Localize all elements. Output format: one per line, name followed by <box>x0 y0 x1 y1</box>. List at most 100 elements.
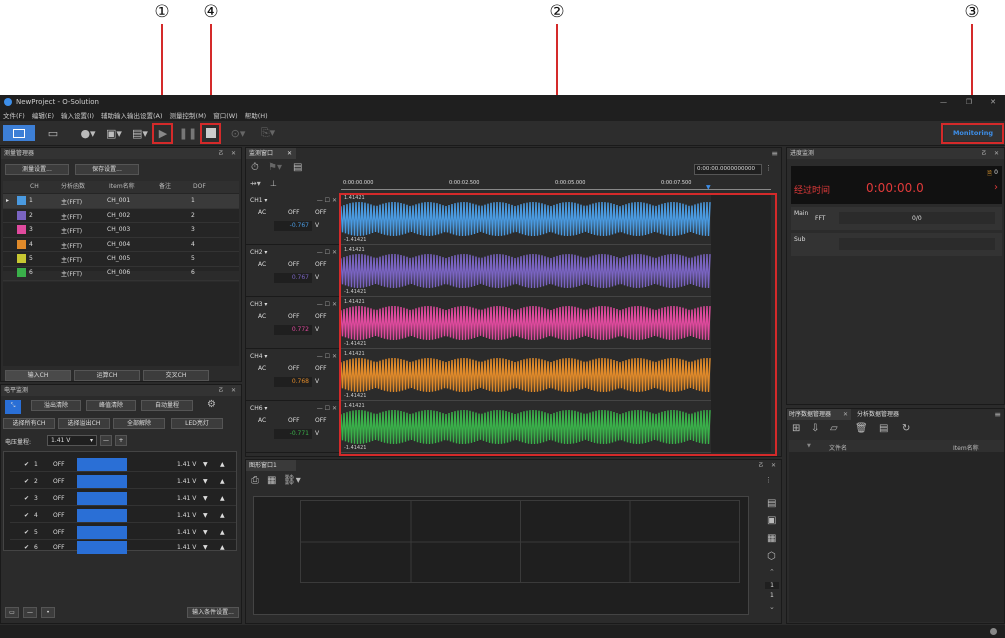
col-ch[interactable]: CH <box>30 181 39 193</box>
channel-label[interactable]: CH6 ▾ — ☐ ✕ AC OFF OFF -0.771 V <box>246 402 339 453</box>
page-number[interactable]: 1 <box>765 582 779 589</box>
table-row[interactable]: 6 主(FFT) CH_006 6 <box>3 266 239 281</box>
col-file[interactable]: 文件名 <box>829 443 847 452</box>
layout-button[interactable] <box>3 125 35 141</box>
table-row[interactable]: 4 主(FFT) CH_004 4 <box>3 238 239 253</box>
pin-icon[interactable]: ⵒ <box>218 150 223 157</box>
time-ruler[interactable]: 0:00:00.000 0:00:02.500 0:00:05.000 0:00… <box>341 179 771 192</box>
channel-label[interactable]: CH2 ▾ — ☐ ✕ AC OFF OFF 0.767 V <box>246 246 339 297</box>
document-icon[interactable]: ▤ <box>767 498 776 509</box>
settings-button[interactable]: ▤▾ <box>130 125 150 141</box>
image-icon[interactable]: ▣ <box>767 515 776 526</box>
pin-icon[interactable]: ⵒ <box>758 462 763 469</box>
close-icon[interactable]: ✕ <box>231 387 236 394</box>
peak-clear-button[interactable]: 峰值清除 <box>86 400 136 411</box>
menu-icon[interactable]: ≡ <box>771 149 778 158</box>
close-icon[interactable]: ✕ <box>990 98 996 106</box>
measure-settings-button[interactable]: 测量设置... <box>5 164 69 175</box>
col-func[interactable]: 分析函数 <box>61 181 85 193</box>
release-all-button[interactable]: 全部解除 <box>113 418 165 429</box>
save-settings-button[interactable]: 保存设置... <box>75 164 139 175</box>
cube-icon[interactable]: ⬡ <box>767 551 776 562</box>
document-icon[interactable]: ▤ <box>879 423 888 434</box>
table-row[interactable]: 3 主(FFT) CH_003 3 <box>3 223 239 238</box>
flag-icon[interactable]: ⚑▾ <box>268 162 282 173</box>
more-icon[interactable]: ⋮ <box>765 164 772 172</box>
level-row[interactable]: ✔ 4 OFF 1.41 V ▼ ▲ <box>10 508 236 523</box>
chevron-up-icon[interactable]: ⌃ <box>769 568 775 576</box>
col-note[interactable]: 备注 <box>159 181 171 193</box>
time-display[interactable]: 0:00:00.0000000000 <box>694 164 762 175</box>
close-icon[interactable]: ✕ <box>994 150 999 157</box>
pointer-icon[interactable]: ⇸▾ <box>250 179 261 188</box>
select-all-ch-button[interactable]: 选择所有CH <box>3 418 55 429</box>
col-item[interactable]: Item名称 <box>953 443 979 452</box>
minus-button[interactable]: — <box>23 607 37 618</box>
select-overflow-ch-button[interactable]: 选择溢出CH <box>58 418 110 429</box>
col-dof[interactable]: DOF <box>193 181 206 193</box>
add-icon[interactable]: ⊞ <box>792 423 800 434</box>
dot-button[interactable]: • <box>41 607 55 618</box>
filter-icon[interactable]: ▼ <box>807 443 811 449</box>
channel-label[interactable]: CH3 ▾ — ☐ ✕ AC OFF OFF 0.772 V <box>246 298 339 349</box>
monitor-view-button[interactable]: ▭ <box>38 125 68 141</box>
chevron-right-icon[interactable]: › <box>994 182 998 193</box>
grid-icon[interactable]: ▦ <box>267 475 276 486</box>
channel-label[interactable]: CH4 ▾ — ☐ ✕ AC OFF OFF 0.768 V <box>246 350 339 401</box>
input-condition-button[interactable]: 输入条件设置... <box>187 607 239 618</box>
record-button[interactable]: ●▾ <box>78 125 98 141</box>
minimize-icon[interactable]: — <box>940 98 947 106</box>
scale-icon[interactable]: ⊥ <box>270 179 277 188</box>
tab-cross-ch[interactable]: 交叉CH <box>143 370 209 381</box>
gear-icon[interactable]: ⚙ <box>207 399 216 410</box>
folder-icon[interactable]: ▱ <box>830 423 838 434</box>
view-toggle-button[interactable]: ▭ <box>5 607 19 618</box>
close-icon[interactable]: ✕ <box>231 150 236 157</box>
channel-label[interactable]: CH1 ▾ — ☐ ✕ AC OFF OFF -0.767 V <box>246 194 339 245</box>
tab-input-ch[interactable]: 输入CH <box>5 370 71 381</box>
table-row[interactable]: 5 主(FFT) CH_005 5 <box>3 252 239 267</box>
table-row[interactable]: 2 主(FFT) CH_002 2 <box>3 209 239 224</box>
mode-toggle-button[interactable]: ⤡ <box>5 400 21 414</box>
led-button[interactable]: LED亮灯 <box>171 418 223 429</box>
more-icon[interactable]: ⋮ <box>765 476 772 484</box>
cursor-marker-icon[interactable]: ▼ <box>706 184 711 191</box>
table-row[interactable]: ▸ 1 主(FFT) CH_001 1 <box>3 194 239 209</box>
range-down-button[interactable]: — <box>100 435 112 446</box>
chevron-down-icon[interactable]: ⌄ <box>769 603 775 611</box>
level-row[interactable]: ✔ 6 OFF 1.41 V ▼ ▲ <box>10 540 236 555</box>
tab-graph[interactable]: 图形窗口1 <box>246 460 296 471</box>
overflow-clear-button[interactable]: 溢出清除 <box>31 400 81 411</box>
export-button[interactable]: ⎘▾ <box>258 125 278 141</box>
level-row[interactable]: ✔ 1 OFF 1.41 V ▼ ▲ <box>10 457 236 472</box>
printer-icon[interactable]: ⎙ <box>251 475 259 486</box>
trigger-button[interactable]: ⊙▾ <box>228 125 248 141</box>
link-icon[interactable]: ⛓▾ <box>283 475 301 486</box>
menu-window[interactable]: 窗口(W) <box>213 110 238 120</box>
level-row[interactable]: ✔ 5 OFF 1.41 V ▼ ▲ <box>10 525 236 540</box>
menu-aux[interactable]: 辅助输入输出设置(A) <box>101 110 163 120</box>
pin-icon[interactable]: ⵒ <box>981 150 986 157</box>
timer-icon[interactable]: ⏱ <box>251 162 259 173</box>
tab-time-series-manager[interactable]: 时序数据管理器 <box>787 409 851 420</box>
tab-monitor[interactable]: 监测窗口 ✕ <box>246 148 296 159</box>
restore-icon[interactable]: ❐ <box>966 98 972 106</box>
menu-icon[interactable]: ≡ <box>994 410 1001 419</box>
refresh-icon[interactable]: ↻ <box>902 423 910 434</box>
graph-plot-area[interactable] <box>253 496 749 615</box>
menu-input[interactable]: 输入设置(I) <box>61 110 94 120</box>
menu-help[interactable]: 帮助(H) <box>245 110 268 120</box>
level-row[interactable]: ✔ 2 OFF 1.41 V ▼ ▲ <box>10 474 236 489</box>
close-icon[interactable]: ✕ <box>843 411 848 418</box>
range-select[interactable]: 1.41 V ▾ <box>47 435 97 446</box>
menu-file[interactable]: 文件(F) <box>3 110 25 120</box>
pause-button[interactable]: ❚❚ <box>179 125 197 141</box>
pin-icon[interactable]: ⵒ <box>218 387 223 394</box>
range-up-button[interactable]: + <box>115 435 127 446</box>
tab-calc-ch[interactable]: 运算CH <box>74 370 140 381</box>
col-item[interactable]: Item名称 <box>109 181 135 193</box>
list-icon[interactable]: ▤ <box>293 162 302 173</box>
tab-analysis-manager[interactable]: 分析数据管理器 <box>857 409 921 420</box>
close-icon[interactable]: ✕ <box>771 462 776 469</box>
menu-measure[interactable]: 测量控制(M) <box>170 110 207 120</box>
